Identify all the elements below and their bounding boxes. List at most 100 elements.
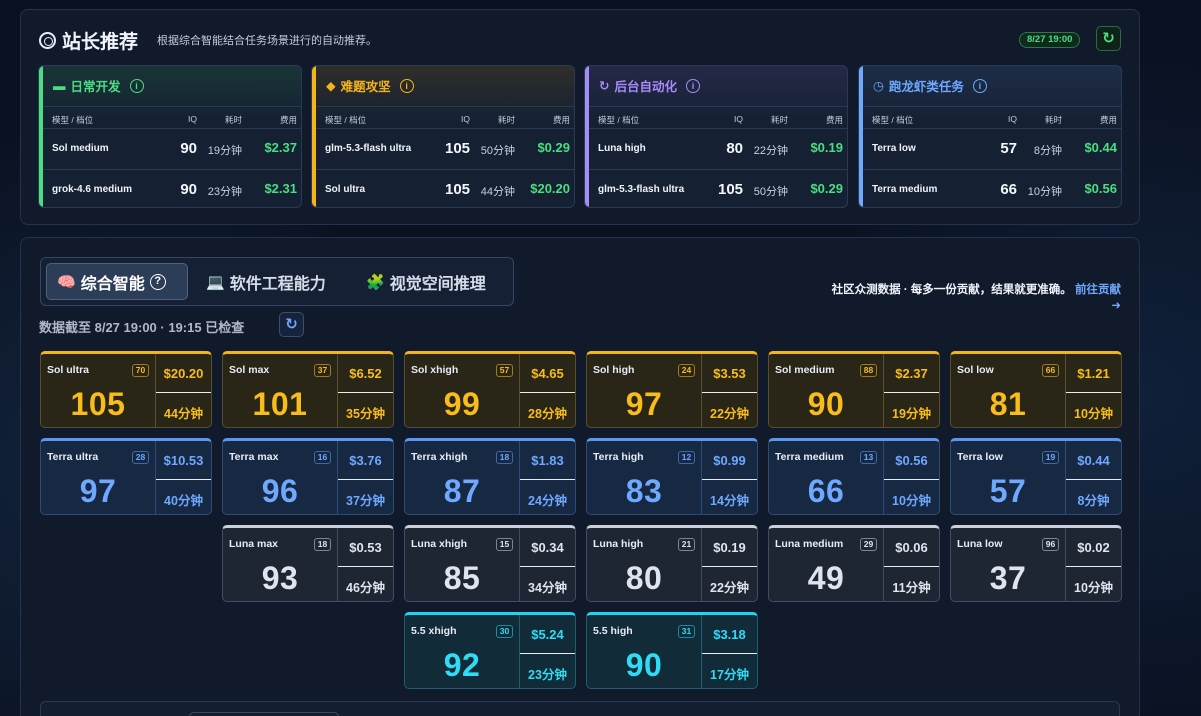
reload-button[interactable]: ↻ [279, 312, 304, 337]
model-card[interactable]: Luna max 18 93 $0.53 46分钟 [222, 525, 394, 602]
divider [338, 566, 393, 567]
info-icon[interactable]: i [399, 78, 414, 93]
rank-badge: 12 [678, 451, 695, 464]
table-row[interactable]: Sol medium 90 19分钟 $2.37 [43, 129, 301, 169]
tab-visual-spatial[interactable]: 🧩 视觉空间推理 [356, 263, 496, 300]
community-note: 社区众测数据 · 每多一份贡献，结果就更准确。 前往贡献 ➜ [813, 282, 1121, 314]
model-card[interactable]: Terra ultra 28 97 $10.53 40分钟 [40, 438, 212, 515]
divider [884, 566, 939, 567]
card-stats: $1.83 24分钟 [519, 441, 575, 514]
iq-score: 49 [807, 560, 845, 596]
model-name: Sol max [229, 364, 270, 376]
model-name: Terra low [872, 143, 916, 154]
model-card[interactable]: Luna low 96 37 $0.02 10分钟 [950, 525, 1122, 602]
category-icon: ▬ [53, 78, 66, 93]
model-name: Luna low [957, 538, 1003, 550]
model-card[interactable]: Sol ultra 70 105 $20.20 44分钟 [40, 351, 212, 428]
brain-icon: 🧠 [57, 273, 76, 291]
category-label: 日常开发 [70, 80, 121, 94]
card-stats: $2.37 19分钟 [883, 354, 939, 427]
rank-badge: 16 [314, 451, 331, 464]
rank-badge: 31 [678, 625, 695, 638]
table-row[interactable]: glm-5.3-flash ultra 105 50分钟 $0.29 [589, 169, 847, 207]
divider [884, 479, 939, 480]
model-card[interactable]: Terra max 16 96 $3.76 37分钟 [222, 438, 394, 515]
iq-value: 105 [718, 181, 744, 198]
model-card[interactable]: Sol medium 88 90 $2.37 19分钟 [768, 351, 940, 428]
card-stats: $3.18 17分钟 [701, 615, 757, 688]
rank-badge: 21 [678, 538, 695, 551]
model-card[interactable]: Sol high 24 97 $3.53 22分钟 [586, 351, 758, 428]
model-card[interactable]: Sol max 37 101 $6.52 35分钟 [222, 351, 394, 428]
model-card[interactable]: Sol low 66 81 $1.21 10分钟 [950, 351, 1122, 428]
info-icon[interactable]: i [972, 78, 987, 93]
model-card[interactable]: Terra medium 13 66 $0.56 10分钟 [768, 438, 940, 515]
model-card[interactable]: Luna medium 29 49 $0.06 11分钟 [768, 525, 940, 602]
col-cost: 费用 [825, 115, 843, 125]
model-card[interactable]: Sol xhigh 57 99 $4.65 28分钟 [404, 351, 576, 428]
model-card[interactable]: Luna xhigh 15 85 $0.34 34分钟 [404, 525, 576, 602]
leaderboard-panel: 🧠 综合智能 ? 💻 软件工程能力 🧩 视觉空间推理 社区众测数据 · 每多一份… [20, 237, 1140, 716]
divider [702, 653, 757, 654]
cost-value: $0.53 [349, 540, 382, 555]
info-icon[interactable]: i [129, 78, 144, 93]
refresh-button[interactable]: ↻ [1096, 26, 1121, 51]
iq-score: 105 [70, 386, 126, 422]
col-iq: IQ [734, 114, 743, 124]
table-row[interactable]: glm-5.3-flash ultra 105 50分钟 $0.29 [316, 129, 574, 169]
recommend-subtitle: 根据综合智能结合任务场景进行的自动推荐。 [157, 35, 377, 47]
contribute-link[interactable]: 前往贡献 [1075, 284, 1121, 296]
card-main: Terra max 16 96 [223, 441, 337, 514]
table-row[interactable]: Sol ultra 105 44分钟 $20.20 [316, 169, 574, 207]
rank-badge: 18 [314, 538, 331, 551]
model-card[interactable]: 5.5 xhigh 30 92 $5.24 23分钟 [404, 612, 576, 689]
rank-badge: 24 [678, 364, 695, 377]
model-name: Terra xhigh [411, 451, 468, 463]
community-text: 社区众测数据 · 每多一份贡献，结果就更准确。 [831, 284, 1072, 296]
table-row[interactable]: Luna high 80 22分钟 $0.19 [589, 129, 847, 169]
category-label: 跑龙虾类任务 [888, 80, 964, 94]
tab-intelligence[interactable]: 🧠 综合智能 ? [46, 263, 188, 300]
select-box[interactable] [189, 712, 339, 716]
iq-value: 57 [1000, 140, 1017, 157]
iq-score: 85 [443, 560, 481, 596]
info-icon[interactable]: i [686, 78, 700, 93]
model-card[interactable]: Luna high 21 80 $0.19 22分钟 [586, 525, 758, 602]
time-value: 10分钟 [1027, 186, 1062, 198]
rank-badge: 70 [132, 364, 149, 377]
card-main: Sol ultra 70 105 [41, 354, 155, 427]
table-row[interactable]: Terra low 57 8分钟 $0.44 [863, 129, 1121, 169]
card-stats: $0.19 22分钟 [701, 528, 757, 601]
time-value: 50分钟 [480, 145, 515, 157]
rank-badge: 88 [860, 364, 877, 377]
table-header: 模型 / 档位 IQ 耗时 费用 [316, 106, 574, 129]
table-row[interactable]: grok-4.6 medium 90 23分钟 $2.31 [43, 169, 301, 207]
tab-software-engineering[interactable]: 💻 软件工程能力 [196, 263, 336, 300]
card-stats: $0.34 34分钟 [519, 528, 575, 601]
col-time: 耗时 [497, 115, 515, 125]
model-name: Terra medium [775, 451, 844, 463]
card-stats: $0.99 14分钟 [701, 441, 757, 514]
help-icon[interactable]: ? [149, 273, 166, 290]
model-name: Luna medium [775, 538, 844, 550]
rank-badge: 13 [860, 451, 877, 464]
cost-value: $4.65 [531, 366, 564, 381]
model-card[interactable]: Terra xhigh 18 87 $1.83 24分钟 [404, 438, 576, 515]
divider [520, 392, 575, 393]
model-card[interactable]: Terra high 12 83 $0.99 14分钟 [586, 438, 758, 515]
arrow-icon[interactable]: ➜ [1111, 300, 1121, 312]
iq-score: 97 [625, 386, 663, 422]
model-card[interactable]: Terra low 19 57 $0.44 8分钟 [950, 438, 1122, 515]
model-name: 5.5 xhigh [411, 625, 457, 637]
rank-badge: 37 [314, 364, 331, 377]
model-card[interactable]: 5.5 high 31 90 $3.18 17分钟 [586, 612, 758, 689]
model-name: Terra high [593, 451, 644, 463]
model-name: Luna high [593, 538, 644, 550]
table-row[interactable]: Terra medium 66 10分钟 $0.56 [863, 169, 1121, 207]
category-label: 难题攻坚 [340, 80, 391, 94]
iq-score: 80 [625, 560, 663, 596]
time-value: 23分钟 [528, 668, 567, 682]
target-icon [39, 32, 56, 49]
cost-value: $0.02 [1077, 540, 1110, 555]
cost-value: $20.20 [530, 181, 570, 196]
